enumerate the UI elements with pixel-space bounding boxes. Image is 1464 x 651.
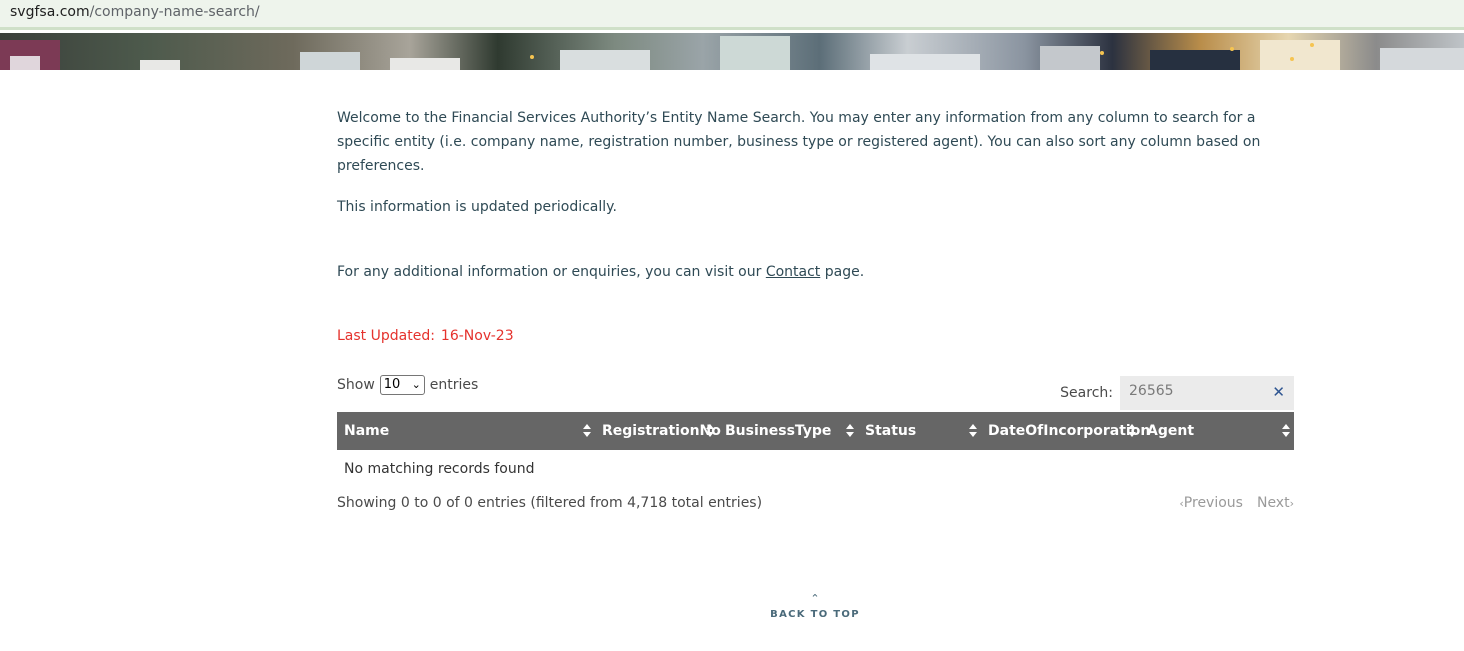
column-header-registrationno[interactable]: RegistrationNo xyxy=(595,412,721,450)
column-header-agent[interactable]: Agent xyxy=(1140,412,1294,450)
column-header-name[interactable]: Name xyxy=(337,412,595,450)
last-updated-value: 16-Nov-23 xyxy=(440,328,514,344)
contact-link[interactable]: Contact xyxy=(766,264,820,280)
url-text[interactable]: svgfsa.com/company-name-search/ xyxy=(10,4,260,20)
table-search: Search: 26565 ✕ xyxy=(1060,376,1294,410)
column-label: Agent xyxy=(1147,423,1195,439)
sort-icon xyxy=(846,424,854,438)
url-path: /company-name-search/ xyxy=(89,4,260,20)
last-updated-label: Last Updated: xyxy=(337,328,435,344)
column-label: DateOfIncorporation xyxy=(988,423,1151,439)
contact-text-after: page. xyxy=(820,264,865,280)
search-input[interactable]: 26565 ✕ xyxy=(1120,376,1294,410)
sort-icon xyxy=(1128,424,1136,438)
entries-label: entries xyxy=(429,377,479,393)
contact-paragraph: For any additional information or enquir… xyxy=(337,260,864,284)
pagination: ‹ Previous Next › xyxy=(1179,495,1294,511)
table-header-row: Name RegistrationNo BusinessType Status … xyxy=(337,412,1294,450)
search-input-value: 26565 xyxy=(1129,383,1174,399)
page-length-control: Show 10 ⌄ entries xyxy=(337,375,478,395)
entity-table: Name RegistrationNo BusinessType Status … xyxy=(337,412,1294,488)
sort-icon xyxy=(1282,424,1290,438)
update-note: This information is updated periodically… xyxy=(337,199,617,215)
column-label: Name xyxy=(344,423,390,439)
contact-text-before: For any additional information or enquir… xyxy=(337,264,766,280)
sort-icon xyxy=(706,424,714,438)
column-header-dateofincorporation[interactable]: DateOfIncorporation xyxy=(981,412,1150,450)
page-length-select[interactable]: 10 ⌄ xyxy=(379,375,425,395)
next-button[interactable]: Next › xyxy=(1257,495,1294,511)
column-label: RegistrationNo xyxy=(602,423,721,439)
last-updated: Last Updated: 16-Nov-23 xyxy=(337,324,514,348)
chevron-right-icon: › xyxy=(1289,496,1294,510)
search-label: Search: xyxy=(1060,385,1113,401)
chevron-up-icon: ⌃ xyxy=(810,592,820,605)
browser-address-bar[interactable]: svgfsa.com/company-name-search/ xyxy=(0,0,1464,30)
previous-button[interactable]: ‹ Previous xyxy=(1179,495,1243,511)
back-to-top-button[interactable]: ⌃ BACK TO TOP xyxy=(0,592,1464,620)
back-to-top-label: BACK TO TOP xyxy=(770,609,860,620)
column-header-status[interactable]: Status xyxy=(858,412,981,450)
next-label: Next xyxy=(1256,495,1290,511)
column-label: BusinessType xyxy=(725,423,832,439)
previous-label: Previous xyxy=(1183,495,1243,511)
sort-icon xyxy=(969,424,977,438)
show-label: Show xyxy=(337,377,375,393)
clear-search-icon[interactable]: ✕ xyxy=(1272,383,1285,401)
column-label: Status xyxy=(865,423,917,439)
sort-icon xyxy=(583,424,591,438)
column-header-businesstype[interactable]: BusinessType xyxy=(718,412,858,450)
chevron-down-icon: ⌄ xyxy=(411,378,421,391)
page-length-value: 10 xyxy=(383,377,401,392)
hero-banner-image xyxy=(0,33,1464,70)
url-domain: svgfsa.com xyxy=(10,4,90,20)
intro-paragraph: Welcome to the Financial Services Author… xyxy=(337,110,1261,174)
table-info: Showing 0 to 0 of 0 entries (filtered fr… xyxy=(337,495,763,511)
empty-table-message: No matching records found xyxy=(344,461,535,477)
